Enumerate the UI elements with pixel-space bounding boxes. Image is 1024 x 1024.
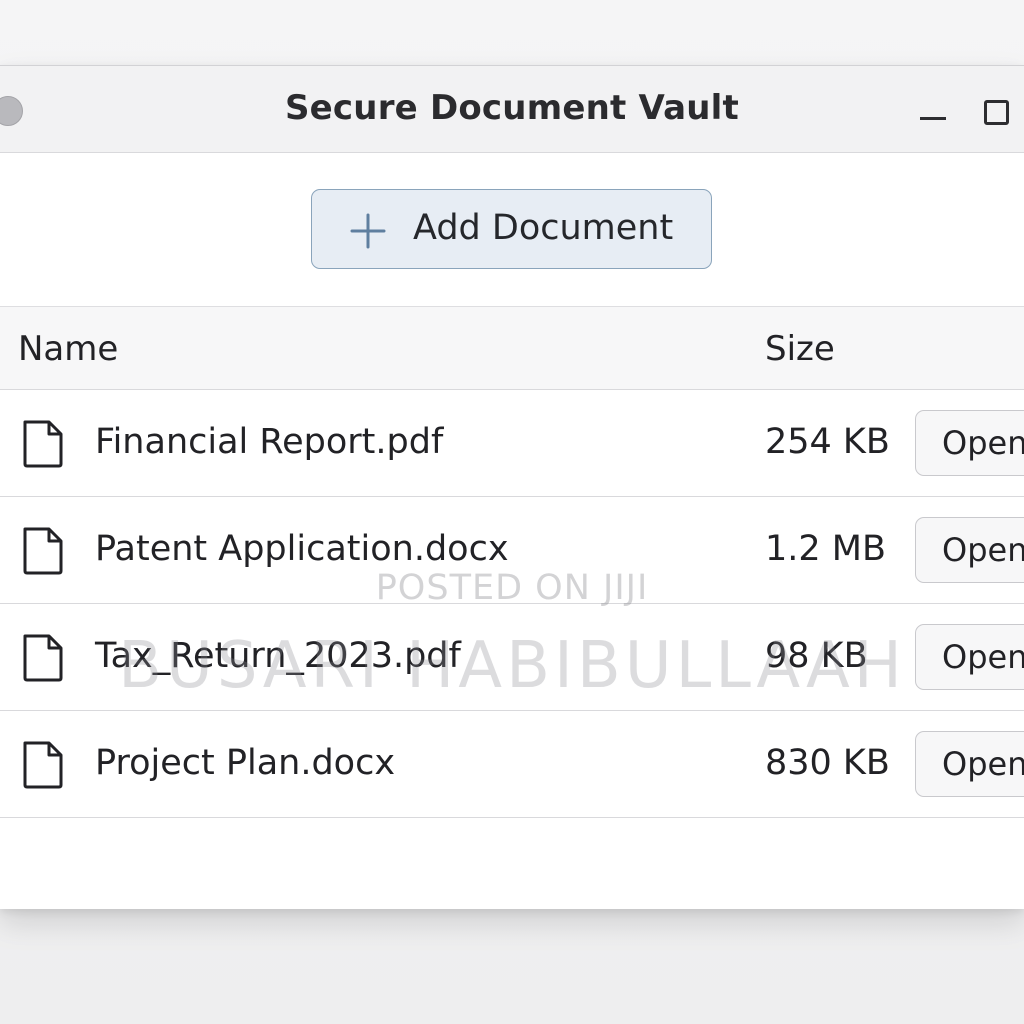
table-row[interactable]: Project Plan.docx 830 KB Open [0,711,1024,818]
window-title: Secure Document Vault [284,88,739,128]
toolbar: Add Document [0,153,1024,307]
plus-icon [350,213,386,249]
open-button[interactable]: Open [915,731,1024,797]
add-document-button[interactable]: Add Document [311,189,712,269]
maximize-button[interactable] [982,98,1009,125]
table-row[interactable]: Financial Report.pdf 254 KB Open [0,390,1024,497]
file-size: 1.2 MB [765,529,886,569]
file-icon [23,741,63,789]
minimize-button[interactable] [916,100,950,130]
file-size: 830 KB [765,743,890,783]
open-button[interactable]: Open [915,410,1024,476]
file-icon [23,420,63,468]
title-bar: Secure Document Vault [0,66,1024,153]
open-button[interactable]: Open [915,624,1024,690]
file-name[interactable]: Financial Report.pdf [95,422,443,462]
add-document-label: Add Document [413,208,674,248]
column-header-name[interactable]: Name [18,329,118,369]
file-icon [23,634,63,682]
open-button-label: Open [942,424,1024,462]
file-name[interactable]: Tax_Return_2023.pdf [95,636,461,676]
empty-list-area [0,818,1024,908]
screen: Secure Document Vault Add Document Name … [0,0,1024,1024]
table-header: Name Size [0,307,1024,390]
app-window: Secure Document Vault Add Document Name … [0,65,1024,909]
minimize-icon [920,117,946,120]
table-row[interactable]: Patent Application.docx 1.2 MB Open [0,497,1024,604]
file-name[interactable]: Patent Application.docx [95,529,509,569]
open-button-label: Open [942,745,1024,783]
file-size: 98 KB [765,636,868,676]
maximize-icon [984,100,1009,125]
file-icon [23,527,63,575]
open-button-label: Open [942,638,1024,676]
open-button-label: Open [942,531,1024,569]
file-size: 254 KB [765,422,890,462]
open-button[interactable]: Open [915,517,1024,583]
file-name[interactable]: Project Plan.docx [95,743,395,783]
column-header-size[interactable]: Size [765,329,835,369]
table-row[interactable]: Tax_Return_2023.pdf 98 KB Open [0,604,1024,711]
